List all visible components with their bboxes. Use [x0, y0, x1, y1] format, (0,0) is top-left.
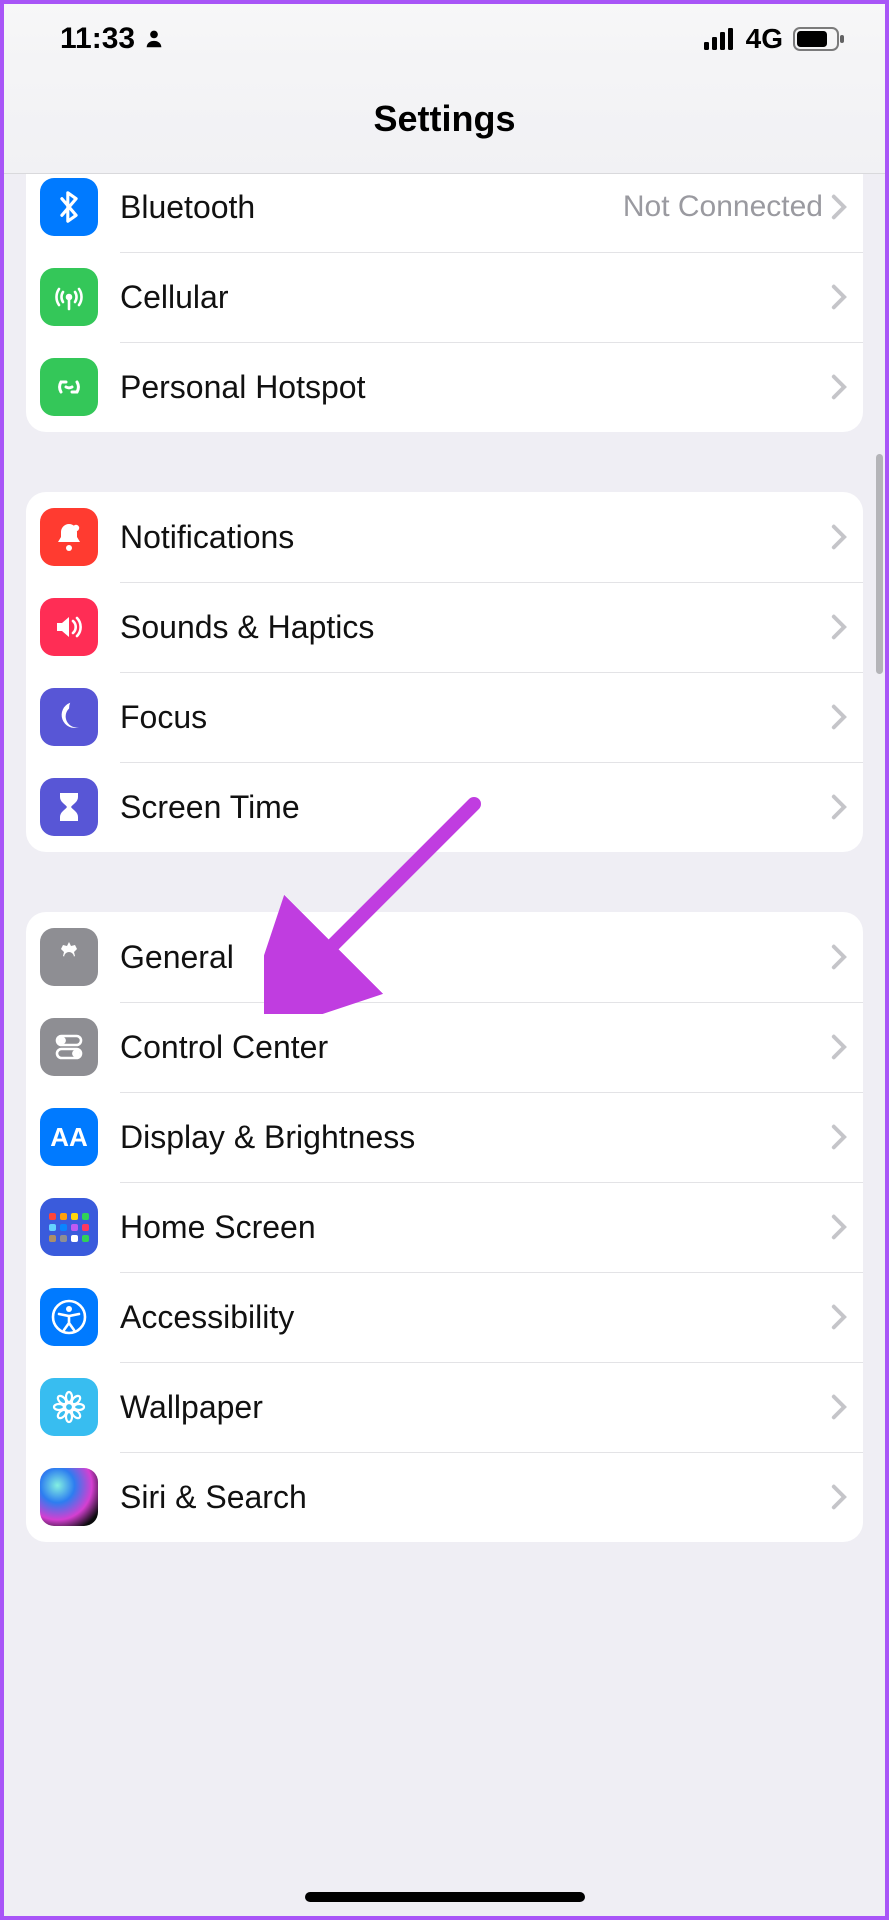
settings-scroll[interactable]: Bluetooth Not Connected Cellular Persona… [4, 174, 885, 1916]
settings-group-connectivity: Bluetooth Not Connected Cellular Persona… [26, 174, 863, 432]
row-focus[interactable]: Focus [26, 672, 863, 762]
row-label: Siri & Search [120, 1479, 831, 1516]
row-controlcenter[interactable]: Control Center [26, 1002, 863, 1092]
chevron-right-icon [831, 374, 847, 400]
row-value: Not Connected [623, 190, 823, 224]
row-label: Screen Time [120, 789, 831, 826]
row-label: Focus [120, 699, 831, 736]
status-bar: 11:33 4G [4, 4, 885, 64]
row-label: Display & Brightness [120, 1119, 831, 1156]
row-notifications[interactable]: Notifications [26, 492, 863, 582]
speaker-icon [40, 598, 98, 656]
chevron-right-icon [831, 194, 847, 220]
chevron-right-icon [831, 944, 847, 970]
bluetooth-icon [40, 178, 98, 236]
battery-icon [793, 27, 845, 51]
row-screentime[interactable]: Screen Time [26, 762, 863, 852]
app-grid-icon [40, 1198, 98, 1256]
row-label: Control Center [120, 1029, 831, 1066]
nav-header: Settings [4, 64, 885, 174]
row-sounds[interactable]: Sounds & Haptics [26, 582, 863, 672]
bell-icon [40, 508, 98, 566]
row-label: Sounds & Haptics [120, 609, 831, 646]
chevron-right-icon [831, 1034, 847, 1060]
settings-group-general: General Control Center AA Display & Brig… [26, 912, 863, 1542]
chevron-right-icon [831, 1214, 847, 1240]
cellular-signal-icon [704, 28, 736, 50]
hourglass-icon [40, 778, 98, 836]
chevron-right-icon [831, 614, 847, 640]
chevron-right-icon [831, 1304, 847, 1330]
row-siri[interactable]: Siri & Search [26, 1452, 863, 1542]
accessibility-icon [40, 1288, 98, 1346]
row-homescreen[interactable]: Home Screen [26, 1182, 863, 1272]
settings-group-notifications: Notifications Sounds & Haptics Focus [26, 492, 863, 852]
row-label: Wallpaper [120, 1389, 831, 1426]
row-label: Notifications [120, 519, 831, 556]
link-icon [40, 358, 98, 416]
network-label: 4G [746, 23, 783, 55]
row-general[interactable]: General [26, 912, 863, 1002]
chevron-right-icon [831, 284, 847, 310]
page-title: Settings [373, 98, 515, 140]
chevron-right-icon [831, 1124, 847, 1150]
row-hotspot[interactable]: Personal Hotspot [26, 342, 863, 432]
chevron-right-icon [831, 1484, 847, 1510]
row-label: General [120, 939, 831, 976]
text-size-icon: AA [40, 1108, 98, 1166]
row-bluetooth[interactable]: Bluetooth Not Connected [26, 174, 863, 252]
status-time: 11:33 [60, 22, 135, 56]
row-label: Cellular [120, 279, 831, 316]
row-label: Home Screen [120, 1209, 831, 1246]
row-wallpaper[interactable]: Wallpaper [26, 1362, 863, 1452]
row-accessibility[interactable]: Accessibility [26, 1272, 863, 1362]
home-indicator[interactable] [305, 1892, 585, 1902]
row-label: Accessibility [120, 1299, 831, 1336]
settings-screen: 11:33 4G Settings Bluetooth [4, 4, 885, 1916]
moon-icon [40, 688, 98, 746]
person-icon [143, 28, 165, 50]
scrollbar-thumb[interactable] [876, 454, 883, 674]
row-cellular[interactable]: Cellular [26, 252, 863, 342]
toggles-icon [40, 1018, 98, 1076]
row-label: Personal Hotspot [120, 369, 831, 406]
siri-icon [40, 1468, 98, 1526]
chevron-right-icon [831, 704, 847, 730]
flower-icon [40, 1378, 98, 1436]
antenna-icon [40, 268, 98, 326]
chevron-right-icon [831, 524, 847, 550]
chevron-right-icon [831, 1394, 847, 1420]
gear-icon [40, 928, 98, 986]
row-label: Bluetooth [120, 189, 623, 226]
row-display[interactable]: AA Display & Brightness [26, 1092, 863, 1182]
chevron-right-icon [831, 794, 847, 820]
